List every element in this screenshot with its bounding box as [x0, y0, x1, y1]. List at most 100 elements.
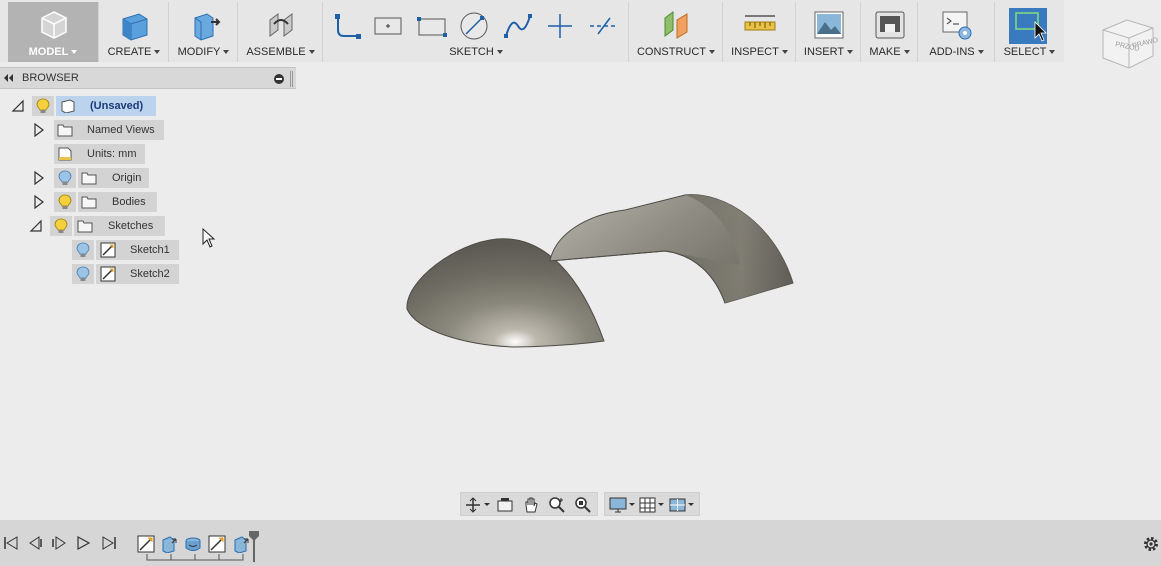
- collapsed-triangle-icon[interactable]: [32, 195, 46, 209]
- create-menu[interactable]: CREATE: [100, 2, 169, 62]
- window-select-icon: [1014, 12, 1047, 42]
- tree-node-sketch2[interactable]: Sketch2: [0, 264, 180, 284]
- tree-node-sketch1[interactable]: Sketch1: [0, 240, 180, 260]
- play-back-icon[interactable]: [51, 535, 67, 551]
- expanded-triangle-icon[interactable]: [29, 219, 43, 233]
- assemble-label: ASSEMBLE: [246, 46, 306, 58]
- rectangle-tool-icon[interactable]: [416, 10, 448, 42]
- timeline-revolve-feature-icon[interactable]: [184, 535, 202, 553]
- make-label: MAKE: [869, 46, 901, 58]
- line-tool-icon[interactable]: [330, 10, 362, 42]
- folder-icon: [77, 220, 93, 233]
- visibility-bulb-off-icon[interactable]: [76, 266, 90, 282]
- sketch-icon: [100, 266, 116, 282]
- timeline-bar: [0, 520, 1161, 566]
- tree-node-units[interactable]: Units: mm: [0, 144, 146, 164]
- root-component-label: (Unsaved): [90, 100, 144, 112]
- caret-down-icon: [709, 50, 716, 54]
- sketches-label: Sketches: [108, 220, 154, 232]
- addins-menu[interactable]: ADD-INS: [919, 2, 995, 62]
- named-views-label: Named Views: [87, 124, 155, 136]
- origin-label: Origin: [112, 172, 142, 184]
- sketch1-label: Sketch1: [130, 244, 170, 256]
- browser-resize-grip[interactable]: [290, 71, 293, 87]
- component-icon: [61, 99, 75, 113]
- timeline-marker-handle[interactable]: [248, 530, 260, 562]
- go-to-start-icon[interactable]: [3, 535, 19, 551]
- addins-label: ADD-INS: [929, 46, 975, 58]
- tree-node-origin[interactable]: Origin: [0, 168, 150, 188]
- tree-node-named-views[interactable]: Named Views: [0, 120, 165, 140]
- orbit-icon[interactable]: [464, 496, 490, 514]
- visibility-bulb-icon[interactable]: [54, 218, 68, 234]
- construct-menu[interactable]: CONSTRUCT: [630, 2, 723, 62]
- tree-node-root[interactable]: (Unsaved): [0, 96, 160, 116]
- caret-down-icon: [308, 50, 315, 54]
- timeline-group-bracket: [146, 554, 244, 561]
- step-back-icon[interactable]: [27, 535, 43, 551]
- visibility-bulb-icon[interactable]: [58, 194, 72, 210]
- play-icon[interactable]: [75, 535, 91, 551]
- modify-menu[interactable]: MODIFY: [170, 2, 238, 62]
- collapsed-triangle-icon[interactable]: [32, 171, 46, 185]
- construction-plane-icon: [664, 11, 688, 39]
- box-create-icon: [122, 13, 148, 41]
- rectangle-center-tool-icon[interactable]: [372, 10, 404, 42]
- timeline-extrude-feature-icon[interactable]: [160, 535, 178, 553]
- sketch2-label: Sketch2: [130, 268, 170, 280]
- browser-header: BROWSER: [0, 67, 296, 89]
- zoom-icon[interactable]: [548, 496, 566, 514]
- sketch-icon: [100, 242, 116, 258]
- mouse-cursor-icon: [202, 228, 216, 248]
- browser-title: BROWSER: [22, 72, 79, 84]
- tree-node-sketches[interactable]: Sketches: [0, 216, 166, 236]
- spline-tool-icon[interactable]: [502, 10, 534, 42]
- construction-line-icon[interactable]: [588, 10, 620, 42]
- create-label: CREATE: [107, 46, 152, 58]
- collapse-browser-icon[interactable]: [2, 72, 14, 84]
- collapsed-triangle-icon[interactable]: [32, 123, 46, 137]
- point-tool-icon[interactable]: [544, 10, 576, 42]
- viewport-canvas[interactable]: [395, 185, 805, 360]
- timeline-sketch-feature-icon[interactable]: [208, 535, 226, 553]
- caret-down-icon: [496, 50, 503, 54]
- main-toolbar: MODEL CREATE MODIFY ASSEMBLE SKETCH CONS…: [0, 0, 1064, 62]
- inspect-menu[interactable]: INSPECT: [724, 2, 796, 62]
- folder-icon: [81, 172, 97, 185]
- grid-settings-icon[interactable]: [639, 496, 665, 514]
- caret-down-icon: [977, 50, 984, 54]
- select-menu[interactable]: SELECT: [996, 2, 1063, 62]
- display-settings-icon[interactable]: [609, 496, 635, 514]
- tree-node-bodies[interactable]: Bodies: [0, 192, 158, 212]
- browser-pin-icon[interactable]: [274, 74, 284, 84]
- workspace-switcher[interactable]: MODEL: [8, 2, 99, 62]
- circle-tool-icon[interactable]: [458, 10, 490, 42]
- insert-label: INSERT: [803, 46, 845, 58]
- visibility-bulb-off-icon[interactable]: [76, 242, 90, 258]
- timeline-sketch-feature-icon[interactable]: [137, 535, 155, 553]
- expanded-triangle-icon[interactable]: [11, 99, 25, 113]
- insert-image-icon: [814, 11, 843, 39]
- measure-icon: [744, 15, 775, 31]
- select-label: SELECT: [1003, 46, 1047, 58]
- caret-down-icon: [154, 50, 161, 54]
- make-menu[interactable]: MAKE: [862, 2, 918, 62]
- visibility-bulb-off-icon[interactable]: [58, 170, 72, 186]
- zoom-window-icon[interactable]: [574, 496, 592, 514]
- view-cube[interactable]: PRZÓD PRAWO: [1097, 12, 1159, 72]
- inspect-label: INSPECT: [731, 46, 779, 58]
- 3d-print-icon: [875, 11, 904, 39]
- insert-menu[interactable]: INSERT: [797, 2, 861, 62]
- model-workspace-icon: [41, 11, 67, 39]
- visibility-bulb-icon[interactable]: [36, 98, 50, 114]
- pan-hand-icon[interactable]: [522, 496, 540, 514]
- look-at-icon[interactable]: [496, 496, 514, 514]
- construct-label: CONSTRUCT: [636, 46, 707, 58]
- go-to-end-icon[interactable]: [101, 535, 117, 551]
- timeline-settings-gear-icon[interactable]: [1142, 535, 1160, 553]
- viewports-icon[interactable]: [669, 496, 695, 514]
- caret-down-icon: [847, 50, 854, 54]
- assemble-menu[interactable]: ASSEMBLE: [239, 2, 323, 62]
- sketch-menu[interactable]: SKETCH: [324, 2, 629, 62]
- scripts-addins-icon: [942, 11, 971, 40]
